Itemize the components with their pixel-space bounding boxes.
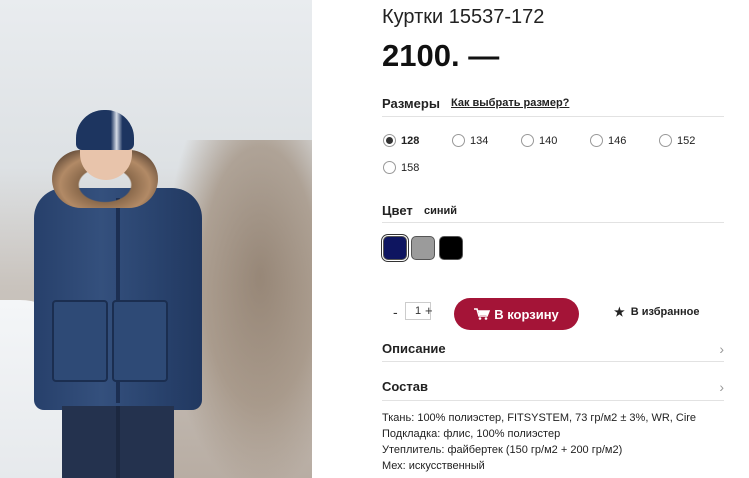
color-swatch-gray[interactable] — [411, 236, 435, 260]
composition-details: Ткань: 100% полиэстер, FITSYSTEM, 73 гр/… — [382, 410, 724, 474]
size-option-label: 128 — [401, 134, 420, 147]
radio-icon — [590, 134, 603, 147]
size-option-128[interactable]: 128 — [383, 134, 419, 147]
photo-trousers — [62, 406, 174, 478]
add-to-cart-label: В корзину — [494, 306, 559, 322]
divider — [382, 222, 724, 223]
radio-icon — [452, 134, 465, 147]
radio-icon — [659, 134, 672, 147]
product-photo[interactable] — [0, 0, 312, 478]
product-price: 2100. — — [382, 38, 500, 73]
size-option-158[interactable]: 158 — [383, 161, 419, 174]
color-label: Цвет — [382, 203, 413, 218]
divider — [382, 361, 724, 362]
size-option-146[interactable]: 146 — [590, 134, 626, 147]
size-option-label: 158 — [401, 161, 420, 174]
size-option-label: 134 — [470, 134, 489, 147]
color-swatch-navy[interactable] — [383, 236, 407, 260]
chevron-right-icon: › — [719, 379, 724, 395]
cart-icon — [474, 308, 491, 320]
selected-color-name: синий — [424, 205, 458, 217]
size-guide-link[interactable]: Как выбрать размер? — [451, 97, 569, 109]
chevron-right-icon: › — [719, 341, 724, 357]
size-option-label: 146 — [608, 134, 627, 147]
composition-accordion[interactable]: Состав › — [382, 379, 724, 397]
sizes-label: Размеры — [382, 96, 440, 111]
description-label: Описание — [382, 341, 446, 356]
radio-icon — [383, 134, 396, 147]
product-title: Куртки 15537-172 — [382, 6, 545, 28]
divider — [382, 116, 724, 117]
size-option-152[interactable]: 152 — [659, 134, 695, 147]
composition-line: Мех: искусственный — [382, 460, 485, 472]
size-option-134[interactable]: 134 — [452, 134, 488, 147]
add-to-cart-button[interactable]: В корзину — [454, 298, 579, 330]
divider — [382, 400, 724, 401]
color-swatch-black[interactable] — [439, 236, 463, 260]
photo-jacket-pocket-right — [112, 300, 168, 382]
add-to-favorites-button[interactable]: ★ В избранное — [614, 305, 699, 319]
composition-line: Ткань: 100% полиэстер, FITSYSTEM, 73 гр/… — [382, 412, 697, 424]
size-option-label: 140 — [539, 134, 558, 147]
size-option-label: 152 — [677, 134, 696, 147]
radio-icon — [383, 161, 396, 174]
composition-line: Подкладка: флис, 100% полиэстер — [382, 428, 561, 440]
description-accordion[interactable]: Описание › — [382, 341, 724, 359]
composition-line: Утеплитель: файбертек (150 гр/м2 + 200 г… — [382, 444, 623, 456]
quantity-increase-button[interactable]: + — [425, 303, 433, 318]
size-option-140[interactable]: 140 — [521, 134, 557, 147]
quantity-decrease-button[interactable]: - — [393, 304, 398, 320]
photo-jacket-pocket-left — [52, 300, 108, 382]
photo-knit-hat — [76, 110, 134, 150]
favorites-label: В избранное — [630, 306, 700, 318]
radio-icon — [521, 134, 534, 147]
composition-label: Состав — [382, 379, 428, 394]
star-icon: ★ — [614, 305, 625, 319]
